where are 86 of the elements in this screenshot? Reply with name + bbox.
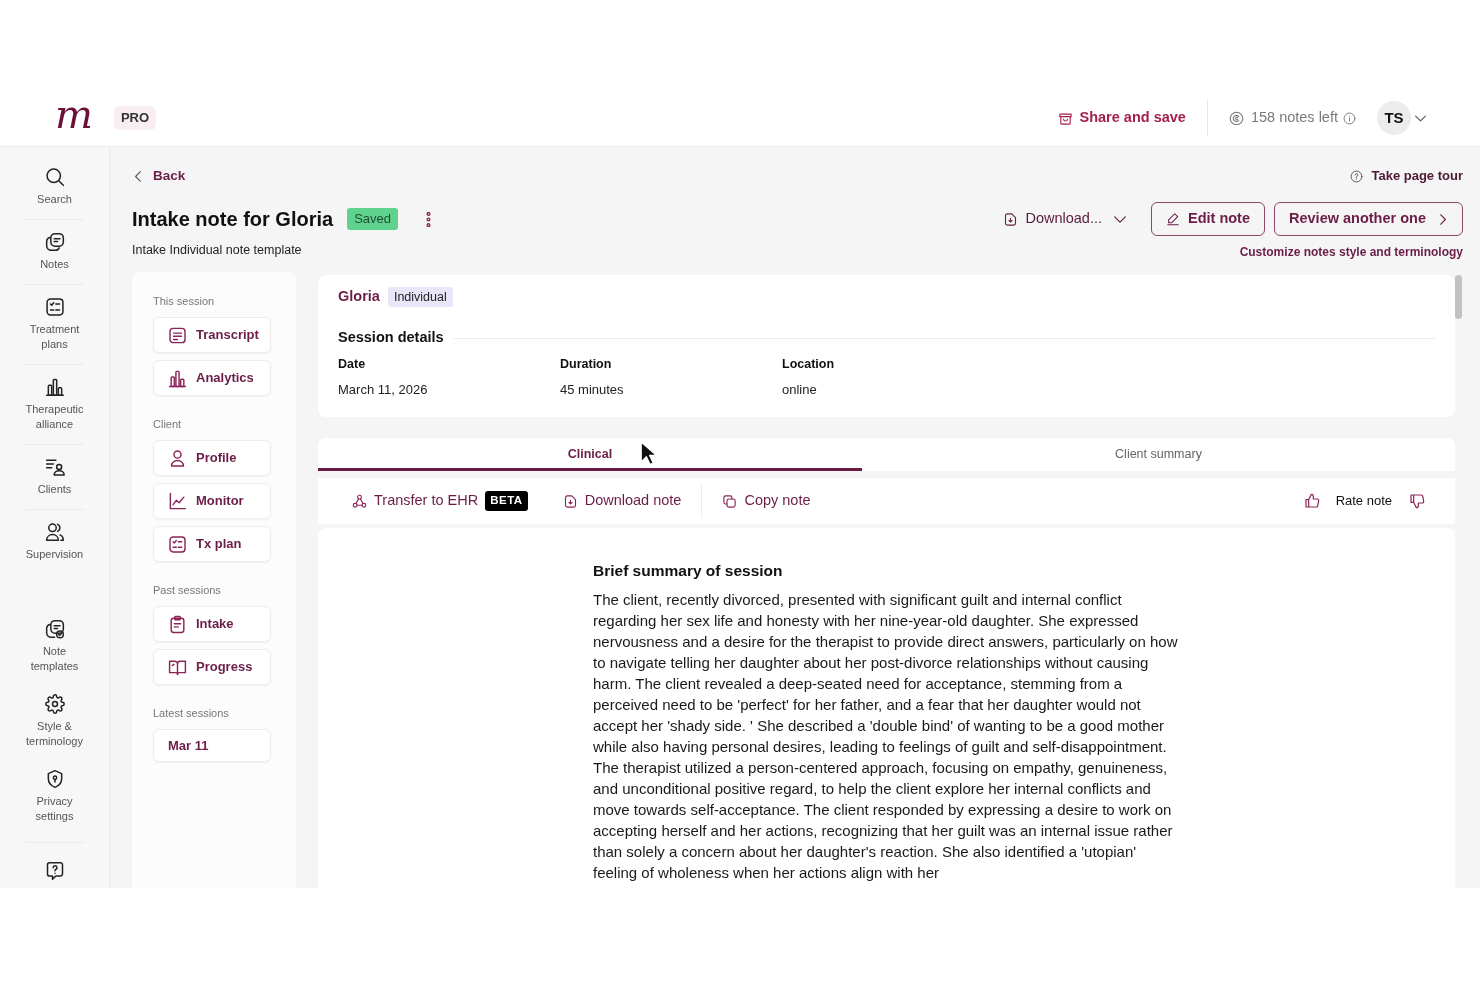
session-nav-button[interactable]: Intake (153, 606, 271, 642)
search-icon (44, 167, 65, 187)
session-nav-button[interactable]: Transcript (153, 317, 271, 353)
note-action-button[interactable]: Download note (562, 490, 682, 512)
clipboard-icon (168, 614, 187, 634)
page-title: Intake note for Gloria (132, 207, 334, 231)
checklist-icon (44, 297, 65, 317)
note-action-button[interactable]: Transfer to EHR (352, 490, 479, 512)
document-icon (168, 325, 187, 345)
settings-icon (44, 694, 65, 714)
person-list-icon (44, 457, 65, 477)
sidebar-item[interactable]: Privacy settings (21, 769, 88, 824)
session-type-badge: Individual (387, 287, 453, 307)
section-label: Past sessions (153, 583, 222, 597)
session-nav-button[interactable]: Mar 11 (153, 729, 271, 762)
pencil-icon (1166, 212, 1180, 226)
download-icon (562, 493, 578, 509)
bar-chart-icon (44, 377, 65, 397)
chevron-down-icon[interactable] (1415, 114, 1426, 122)
notes-left-count: 158 notes left (1250, 108, 1338, 128)
box-icon (1057, 110, 1073, 126)
copy-icon (722, 493, 738, 509)
thumbs-up-icon[interactable] (1303, 493, 1320, 509)
client-name[interactable]: Gloria (338, 286, 380, 308)
session-nav-button[interactable]: Monitor (153, 483, 271, 519)
chevron-left-icon (135, 170, 141, 182)
sidebar-item[interactable]: Therapeutic alliance (21, 377, 88, 432)
session-nav-button[interactable]: Analytics (153, 360, 271, 396)
review-another-button[interactable]: Review another one (1274, 202, 1463, 236)
chevron-down-icon (1114, 215, 1126, 223)
sidebar-item[interactable]: Treatment plans (21, 297, 88, 352)
note-section-heading: Brief summary of session (593, 561, 784, 581)
field-label: Duration (560, 356, 613, 371)
page-tour-link[interactable]: Take page tour (1350, 166, 1463, 186)
session-nav-button[interactable]: Profile (153, 440, 271, 476)
field-label: Location (782, 356, 836, 371)
template-subtitle: Intake Individual note template (132, 241, 302, 259)
help-icon[interactable] (44, 861, 65, 881)
field-value: 45 minutes (560, 381, 625, 396)
sidebar-item[interactable]: Style & terminology (21, 694, 88, 749)
help-icon (1350, 169, 1364, 183)
section-label: Client (153, 417, 183, 431)
sidebar-item[interactable]: Note templates (21, 619, 88, 674)
note-action-button[interactable]: Copy note (722, 490, 811, 512)
beta-badge: BETA (485, 491, 528, 511)
back-link[interactable]: Back (132, 165, 186, 187)
note-paragraph: The client, recently divorced, presented with significant guilt and internal conflict regarding her sex life and honesty with her nine-year-old daughter. She expressed nervousness and a desire for the therapist to provide direct answers, particularly on how to navigate telling her daughter about her post-divorce relationships without causing harm. The client revealed a deep-seated need for acceptance, stemming from a perceived need to be 'perfect' for her father, and a fear that her daughter would not accept her 'shady side. ' She described a 'double bind' of wanting to be a good mother while also having personal desires, leading to feelings of guilt and self-disappointment. The therapist utilized a person-centered approach, focusing on empathy, genuineness, and unconditional positive regard, to help the client explore her internal conflicts and move towards self-acceptance. The client responded by expressing a desire to work on accepting herself and her actions, recognizing that her guilt was an internal issue rather than solely a concern about her daughter's reaction. She also identified a 'utopian' feeling of wholeness when her actions align with her (593, 590, 1179, 883)
field-label: Date (338, 356, 367, 371)
scrollbar-thumb[interactable] (1455, 275, 1462, 319)
status-badge: Saved (347, 208, 399, 230)
section-label: This session (153, 294, 216, 308)
sidebar-item[interactable]: Supervision (21, 522, 88, 562)
bar-chart-icon (168, 368, 187, 388)
sidebar-item[interactable]: Clients (21, 457, 88, 497)
session-nav-button[interactable]: Progress (153, 649, 271, 685)
chevron-right-icon (1440, 213, 1446, 225)
person-icon (168, 448, 187, 468)
thumbs-down-icon[interactable] (1409, 493, 1425, 509)
kebab-menu-icon[interactable] (426, 211, 432, 227)
logo[interactable]: m (55, 94, 93, 134)
section-label: Latest sessions (153, 706, 230, 720)
checklist-icon (168, 534, 187, 554)
coin-icon (1228, 110, 1244, 126)
section-heading: Session details (338, 328, 444, 348)
people-icon (44, 522, 65, 542)
book-icon (168, 657, 187, 677)
avatar[interactable]: TS (1377, 101, 1411, 135)
rate-note-label: Rate note (1335, 492, 1392, 511)
sidebar-item[interactable]: Search (21, 167, 88, 207)
mouse-pointer-icon (640, 441, 657, 465)
customize-link[interactable]: Customize notes style and terminology (1239, 243, 1463, 261)
nodes-icon (352, 493, 367, 509)
note-template-icon (44, 619, 65, 639)
line-chart-icon (168, 491, 187, 511)
download-icon (1003, 211, 1019, 227)
plan-badge: PRO (113, 106, 157, 130)
field-value: online (782, 381, 818, 396)
session-nav-button[interactable]: Tx plan (153, 526, 271, 562)
notes-icon (44, 232, 65, 252)
info-icon[interactable] (1343, 111, 1356, 125)
edit-note-button[interactable]: Edit note (1151, 202, 1265, 236)
field-value: March 11, 2026 (338, 381, 429, 396)
download-menu[interactable]: Download... (1003, 208, 1126, 230)
share-and-save-button[interactable]: Share and save (1057, 107, 1186, 129)
sidebar-item[interactable]: Notes (21, 232, 88, 272)
tab[interactable]: Client summary (862, 438, 1455, 471)
